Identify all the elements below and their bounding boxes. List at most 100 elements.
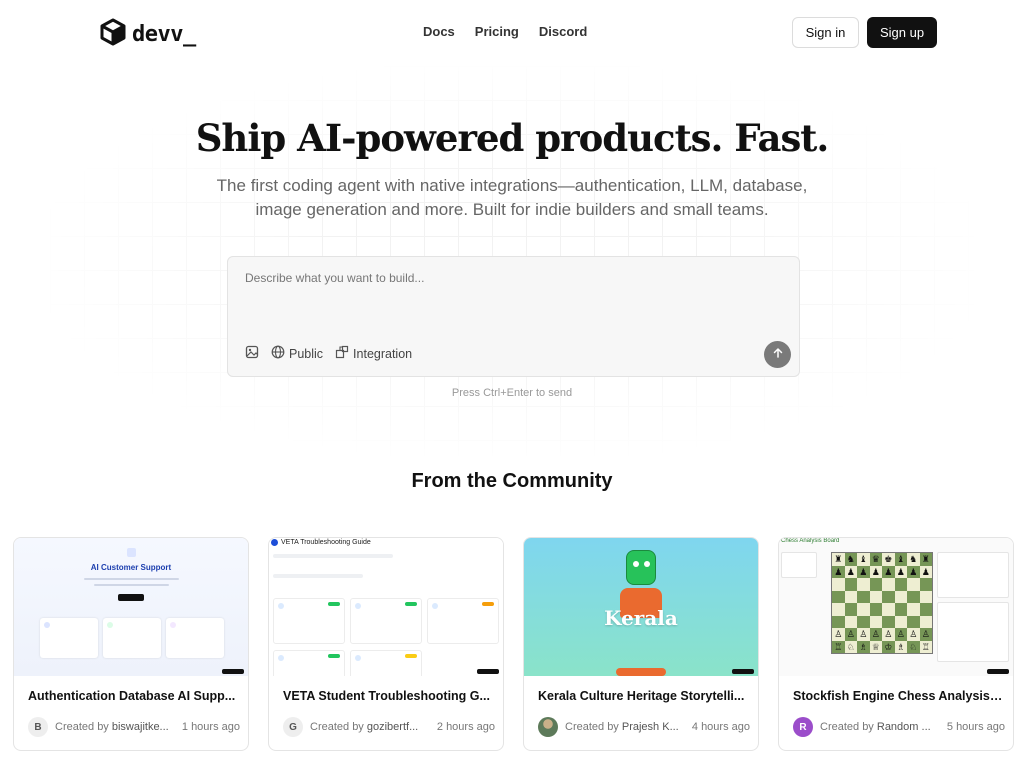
prompt-input[interactable] xyxy=(245,271,775,285)
integration-button[interactable]: Integration xyxy=(335,345,412,362)
chess-square xyxy=(894,603,907,616)
community-card[interactable]: AI Customer Support Authentication Datab… xyxy=(13,537,249,751)
community-card[interactable]: Kerala Kerala Culture Heritage Storytell… xyxy=(523,537,759,751)
chess-square: ♜ xyxy=(919,553,932,566)
chess-square: ♙ xyxy=(857,628,870,641)
chess-square xyxy=(857,615,870,628)
hero-title: Ship AI-powered products. Fast. xyxy=(195,116,830,160)
chess-square: ♟ xyxy=(869,565,882,578)
thumb-heading: AI Customer Support xyxy=(90,563,172,572)
community-card[interactable]: Chess Analysis Board ♜ ♞ ♝ ♛ ♚ ♝ ♞ ♜ ♟ ♟ ♟ ♟ ♟ ♟ ♟ ♟ ♙ ♙ ♙… xyxy=(778,537,1014,751)
chess-square xyxy=(894,590,907,603)
top-navbar: devv_ Docs Pricing Discord Sign in Sign … xyxy=(0,0,1024,64)
chess-square xyxy=(844,603,857,616)
community-title: From the Community xyxy=(411,470,613,492)
chess-square: ♕ xyxy=(869,640,882,653)
chess-square: ♞ xyxy=(907,553,920,566)
chess-square xyxy=(882,578,895,591)
chess-square: ♟ xyxy=(857,565,870,578)
avatar: R xyxy=(793,717,813,737)
community-card[interactable]: VETA Troubleshooting Guide VETA Student … xyxy=(268,537,504,751)
public-label: Public xyxy=(289,346,324,361)
chess-square xyxy=(869,603,882,616)
chess-square: ♟ xyxy=(882,565,895,578)
integration-label: Integration xyxy=(353,346,413,361)
chess-square xyxy=(857,590,870,603)
card-thumbnail: VETA Troubleshooting Guide xyxy=(269,538,503,676)
card-meta: Created by Prajesh K... 4 hours ago xyxy=(538,717,750,737)
thumb-heading: Kerala xyxy=(604,606,678,630)
sign-up-button[interactable]: Sign up xyxy=(867,17,937,48)
timestamp: 2 hours ago xyxy=(436,721,495,733)
chess-square xyxy=(882,615,895,628)
send-button[interactable] xyxy=(764,341,791,368)
chess-square: ♟ xyxy=(844,565,857,578)
chess-square: ♙ xyxy=(894,628,907,641)
image-upload-icon xyxy=(245,345,259,362)
nav-pricing[interactable]: Pricing xyxy=(475,24,519,39)
chess-square: ♟ xyxy=(894,565,907,578)
card-title: VETA Student Troubleshooting G... xyxy=(283,689,490,703)
creator: Created by gozibertf... xyxy=(310,721,419,733)
timestamp: 4 hours ago xyxy=(691,721,750,733)
chess-square xyxy=(894,615,907,628)
card-title: Stockfish Engine Chess Analysis ... xyxy=(793,689,1003,703)
chess-square xyxy=(919,615,932,628)
send-hint: Press Ctrl+Enter to send xyxy=(451,387,573,399)
main-nav: Docs Pricing Discord xyxy=(423,24,587,39)
chess-square xyxy=(832,615,845,628)
card-title: Authentication Database AI Supp... xyxy=(28,689,236,703)
chess-square xyxy=(869,590,882,603)
sign-in-button[interactable]: Sign in xyxy=(792,17,859,48)
hero-subtitle: The first coding agent with native integ… xyxy=(216,176,808,219)
globe-icon xyxy=(271,345,285,362)
chess-square xyxy=(907,590,920,603)
chess-square xyxy=(882,590,895,603)
card-title: Kerala Culture Heritage Storytelli... xyxy=(538,689,745,703)
chess-square xyxy=(882,603,895,616)
chess-square: ♘ xyxy=(907,640,920,653)
thumb-heading: Chess Analysis Board xyxy=(781,538,840,544)
chess-square xyxy=(919,578,932,591)
public-toggle[interactable]: Public xyxy=(271,345,323,362)
chess-square xyxy=(907,603,920,616)
image-upload-button[interactable] xyxy=(245,345,259,362)
chess-square: ♚ xyxy=(882,553,895,566)
chess-square: ♖ xyxy=(832,640,845,653)
chess-square: ♙ xyxy=(869,628,882,641)
creator: Created by biswajitke... xyxy=(55,721,169,733)
chess-square xyxy=(857,578,870,591)
creator: Created by Random ... xyxy=(820,721,931,733)
prompt-toolbar: Public Integration xyxy=(245,345,412,362)
chess-square xyxy=(844,578,857,591)
thumb-header: VETA Troubleshooting Guide xyxy=(271,539,371,546)
chess-square: ♟ xyxy=(919,565,932,578)
chess-square xyxy=(907,615,920,628)
devv-cube-logo-icon xyxy=(100,18,126,51)
logo[interactable]: devv_ xyxy=(100,18,196,51)
chess-square xyxy=(919,603,932,616)
integration-icon xyxy=(335,345,349,362)
chess-square: ♙ xyxy=(882,628,895,641)
chess-square: ♝ xyxy=(894,553,907,566)
card-thumbnail: Kerala xyxy=(524,538,758,676)
chess-square: ♔ xyxy=(882,640,895,653)
chess-square: ♗ xyxy=(857,640,870,653)
avatar: B xyxy=(28,717,48,737)
chess-square xyxy=(907,578,920,591)
chess-square: ♙ xyxy=(919,628,932,641)
chess-square xyxy=(869,615,882,628)
prompt-box: Public Integration xyxy=(227,256,800,377)
chess-square xyxy=(832,578,845,591)
card-meta: R Created by Random ... 5 hours ago xyxy=(793,717,1005,737)
nav-discord[interactable]: Discord xyxy=(539,24,587,39)
nav-docs[interactable]: Docs xyxy=(423,24,455,39)
chess-square xyxy=(894,578,907,591)
chess-square xyxy=(919,590,932,603)
chess-square: ♗ xyxy=(894,640,907,653)
chess-square: ♛ xyxy=(869,553,882,566)
chess-square: ♙ xyxy=(907,628,920,641)
card-meta: B Created by biswajitke... 1 hours ago xyxy=(28,717,240,737)
avatar-photo xyxy=(538,717,558,737)
robot-mascot xyxy=(626,550,656,585)
